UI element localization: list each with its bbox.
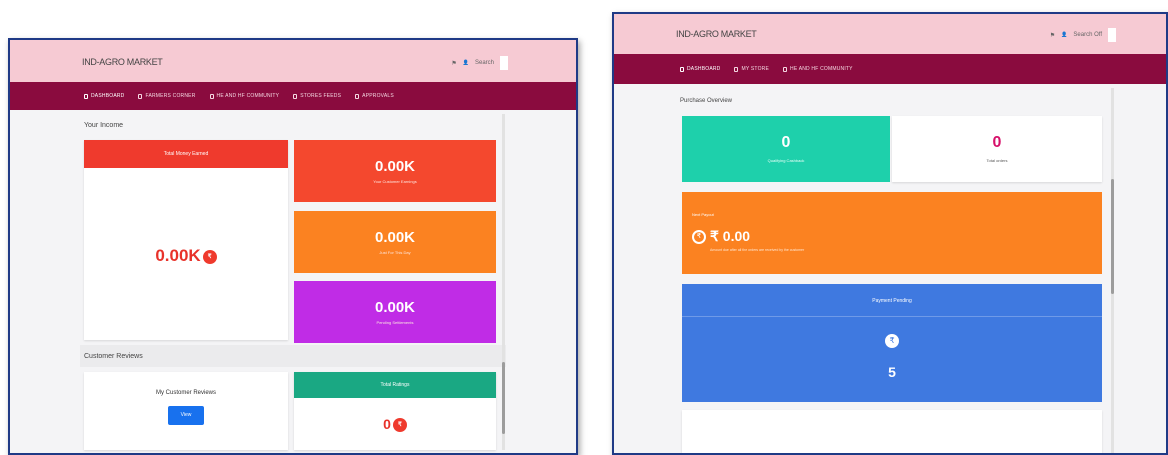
total-orders-value: 0: [992, 134, 1002, 151]
nav-item-stores-feeds[interactable]: STORES FEEDS: [293, 93, 341, 99]
nav-icon: [209, 93, 214, 99]
nav-item-he-and-hf-community[interactable]: HE AND HF COMMUNITY: [783, 66, 853, 72]
nav-item-approvals[interactable]: APPROVALS: [355, 93, 394, 99]
bottom-card: [682, 410, 1102, 453]
nav-item-label: FARMERS CORNER: [145, 93, 196, 99]
nav-item-label: MY STORE: [741, 66, 770, 72]
customer-earnings-card[interactable]: 0.00K Your Customer Earnings: [294, 140, 496, 202]
notification-icon[interactable]: ⚑: [1050, 32, 1055, 39]
nav-item-dashboard[interactable]: DASHBOARD: [680, 66, 720, 72]
today-earnings-card[interactable]: 0.00K Just For This Day: [294, 211, 496, 273]
left-dashboard-screenshot: IND-AGRO MARKET ⚑ 👤 Search DASHBOARD FARM…: [8, 38, 578, 455]
reviews-section-bar: [80, 345, 506, 367]
brand-name: IND-AGRO MARKET: [676, 29, 757, 39]
payment-pending-header-divider: [682, 290, 1102, 317]
today-earnings-value: 0.00K: [374, 229, 416, 246]
nav-icon: [734, 66, 739, 72]
reviews-section-title: Customer Reviews: [84, 353, 143, 360]
scrollbar-thumb[interactable]: [1111, 179, 1114, 294]
avatar[interactable]: [1108, 28, 1116, 42]
total-ratings-value: 0 ₹: [294, 416, 496, 433]
nav-icon: [355, 93, 360, 99]
top-right-actions: ⚑ 👤 Search Off: [1050, 28, 1116, 42]
total-money-earned-amount: 0.00K: [155, 246, 201, 265]
total-money-earned-card: Total Money Earned 0.00K ₹: [84, 140, 288, 340]
qualifying-cashback-label: Qualifying Cashback: [767, 158, 805, 163]
next-payout-value: ₹ 0.00: [710, 228, 751, 244]
pending-settlements-card[interactable]: 0.00K Pending Settlements: [294, 281, 496, 343]
customer-earnings-label: Your Customer Earnings: [373, 179, 417, 184]
income-section-title: Your Income: [84, 122, 124, 129]
nav-item-my-store[interactable]: MY STORE: [734, 66, 769, 72]
total-orders-label: Total orders: [986, 158, 1008, 163]
pending-settlements-label: Pending Settlements: [376, 320, 414, 325]
my-customer-reviews-card: My Customer Reviews View: [84, 372, 288, 450]
my-customer-reviews-title: My Customer Reviews: [155, 390, 216, 396]
purchase-overview-title: Purchase Overview: [680, 98, 733, 104]
nav-icon: [293, 93, 298, 99]
next-payout-header: Next Payout: [692, 212, 714, 217]
main-nav: DASHBOARD FARMERS CORNER HE AND HF COMMUNI…: [10, 82, 576, 110]
rating-coin-icon: ₹: [392, 418, 407, 433]
nav-icon: [680, 66, 684, 72]
nav-item-farmers-corner[interactable]: FARMERS CORNER: [138, 93, 195, 99]
next-payout-description: Amount due after all the orders are rece…: [710, 248, 805, 252]
brand-name: IND-AGRO MARKET: [82, 57, 163, 67]
payment-pending-value: 5: [888, 364, 896, 380]
user-icon[interactable]: 👤: [1061, 32, 1067, 38]
nav-item-label: DASHBOARD: [687, 66, 721, 72]
total-orders-card[interactable]: 0 Total orders: [892, 116, 1102, 182]
qualifying-cashback-card[interactable]: 0 Qualifying Cashback: [682, 116, 890, 182]
nav-item-label: STORES FEEDS: [300, 93, 342, 99]
payment-pending-card[interactable]: Payment Pending ₹ 5: [682, 284, 1102, 402]
search-link[interactable]: Search: [475, 60, 494, 66]
nav-item-label: APPROVALS: [362, 93, 394, 99]
top-bar: IND-AGRO MARKET ⚑ 👤 Search: [10, 40, 576, 82]
pending-settlements-value: 0.00K: [374, 299, 416, 316]
qualifying-cashback-value: 0: [781, 134, 791, 151]
right-dashboard-screenshot: IND-AGRO MARKET ⚑ 👤 Search Off DASHBOARD…: [612, 12, 1168, 455]
top-right-actions: ⚑ 👤 Search: [451, 56, 508, 70]
nav-icon: [783, 66, 788, 72]
total-ratings-header: Total Ratings: [294, 372, 496, 398]
nav-item-label: DASHBOARD: [91, 93, 125, 99]
view-reviews-button[interactable]: View: [168, 406, 204, 425]
customer-earnings-value: 0.00K: [374, 158, 416, 175]
scrollbar-thumb[interactable]: [502, 362, 505, 434]
notification-icon[interactable]: ⚑: [451, 60, 456, 67]
nav-item-label: HE AND HF COMMUNITY: [790, 66, 853, 72]
nav-icon: [138, 93, 143, 99]
main-nav: DASHBOARD MY STORE HE AND HF COMMUNITY: [614, 54, 1166, 84]
avatar[interactable]: [500, 56, 508, 70]
nav-item-label: HE AND HF COMMUNITY: [216, 93, 280, 99]
rupee-coin-icon: ₹: [885, 334, 899, 348]
top-bar: IND-AGRO MARKET ⚑ 👤 Search Off: [614, 14, 1166, 54]
total-ratings-number: 0: [383, 416, 391, 432]
search-link[interactable]: Search Off: [1073, 32, 1102, 38]
today-earnings-label: Just For This Day: [379, 250, 411, 255]
nav-item-dashboard[interactable]: DASHBOARD: [84, 93, 124, 99]
nav-icon: [84, 93, 88, 99]
rupee-circle-icon: ₹: [692, 230, 706, 244]
total-money-earned-header: Total Money Earned: [84, 140, 288, 168]
total-money-earned-value: 0.00K ₹: [84, 246, 288, 266]
next-payout-card[interactable]: Next Payout ₹ ₹ 0.00 Amount due after al…: [682, 192, 1102, 274]
user-icon[interactable]: 👤: [463, 60, 469, 66]
rupee-coin-icon: ₹: [202, 249, 217, 264]
total-ratings-card: Total Ratings 0 ₹: [294, 372, 496, 450]
nav-item-he-and-hf-community[interactable]: HE AND HF COMMUNITY: [209, 93, 280, 99]
